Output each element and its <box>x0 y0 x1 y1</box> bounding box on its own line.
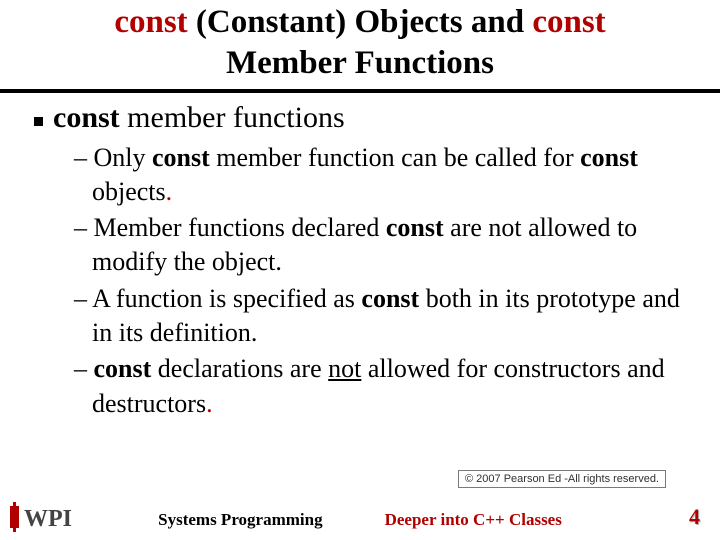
sub2-a: – Member functions declared <box>74 213 386 242</box>
sub3-a: – A function is specified as <box>74 284 361 313</box>
footer-course: Systems Programming <box>158 510 322 530</box>
sub-bullet-3: – A function is specified as const both … <box>74 282 692 351</box>
slide-footer: Systems Programming Deeper into C++ Clas… <box>0 510 720 530</box>
sub-bullet-1: – Only const member function can be call… <box>74 141 692 210</box>
sub1-kw1: const <box>152 143 210 172</box>
sub2-kw: const <box>386 213 444 242</box>
sub1-b: member function can be called for <box>210 143 580 172</box>
copyright-notice: © 2007 Pearson Ed -All rights reserved. <box>458 470 666 488</box>
title-line-2: Member Functions <box>226 45 494 81</box>
slide-content: const member functions – Only const memb… <box>0 93 720 422</box>
footer-topic: Deeper into C++ Classes <box>385 510 562 530</box>
sub4-dot: . <box>206 389 213 418</box>
sub4-kw: const <box>94 354 152 383</box>
bullet-square-icon <box>34 117 43 126</box>
title-text-1: (Constant) Objects and <box>188 4 533 40</box>
sub1-kw2: const <box>580 143 638 172</box>
sub4-b: declarations are <box>151 354 328 383</box>
sub-bullet-2: – Member functions declared const are no… <box>74 211 692 280</box>
sub-bullet-4: – const declarations are not allowed for… <box>74 352 692 421</box>
page-number: 4 <box>689 504 700 530</box>
main-bullet-keyword: const <box>53 101 120 134</box>
main-bullet-rest: member functions <box>120 101 345 134</box>
title-keyword-2: const <box>532 4 605 40</box>
sub1-a: – Only <box>74 143 152 172</box>
slide-title: const (Constant) Objects and const Membe… <box>0 0 720 93</box>
sub1-c: objects <box>92 177 166 206</box>
sub3-kw: const <box>361 284 419 313</box>
sub-bullet-list: – Only const member function can be call… <box>34 141 692 422</box>
main-bullet: const member functions <box>34 101 692 135</box>
main-bullet-text: const member functions <box>53 101 345 135</box>
sub1-dot: . <box>166 177 173 206</box>
sub4-a: – <box>74 354 94 383</box>
title-keyword-1: const <box>114 4 187 40</box>
sub4-not: not <box>328 354 361 383</box>
